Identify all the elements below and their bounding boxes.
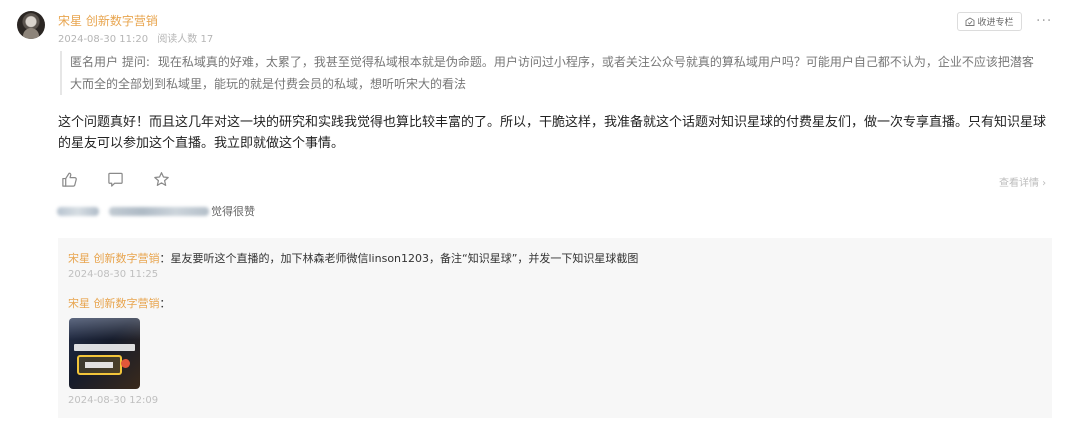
comment-time: 2024-08-30 12:09 [68,395,159,406]
answer-text: 这个问题真好！而且这几年对这一块的研究和实践我觉得也算比较丰富的了。所以，干脆这… [58,115,1047,151]
post-meta: 2024-08-30 11:20 阅读人数 17 [58,30,213,45]
thumbnail-caption-band [74,344,135,351]
action-bar [58,168,172,190]
comments-panel: 宋星 创新数字营销：星友要听这个直播的，加下林森老师微信linson1203，备… [58,238,1052,418]
comment-item: 宋星 创新数字营销：星友要听这个直播的，加下林森老师微信linson1203，备… [68,250,638,266]
comment-image-thumbnail[interactable] [69,318,140,389]
comment-item: 宋星 创新数字营销： [68,295,171,311]
question-asker: 匿名用户 提问: [70,55,150,69]
comment-icon [107,172,123,187]
thumbnail-dot [121,359,130,368]
collect-to-column-button[interactable]: 收进专栏 [957,12,1022,31]
comment-separator: ： [159,297,171,310]
reader-count: 阅读人数 17 [157,34,214,45]
collect-label: 收进专栏 [977,18,1014,28]
comment-separator: ： [159,252,171,265]
comment-text: 星友要听这个直播的，加下林森老师微信linson1203，备注“知识星球”，并发… [170,252,639,265]
question-block: 匿名用户 提问: 现在私域真的好难，太累了，我甚至觉得私域根本就是伪命题。用户访问… [60,51,1045,95]
post-date: 2024-08-30 11:20 [58,34,149,45]
thumbnail-title-graphic [77,355,122,375]
comment-author[interactable]: 宋星 创新数字营销 [68,252,160,265]
question-text: 现在私域真的好难，太累了，我甚至觉得私域根本就是伪命题。用户访问过小程序，或者关… [70,55,1034,91]
collect-icon [966,16,975,26]
star-icon [153,171,169,186]
thumb-up-icon [61,172,77,187]
likes-row: 觉得很赞 [57,203,255,219]
comment-time: 2024-08-30 11:25 [68,269,159,280]
author-name[interactable]: 宋星 创新数字营销 [58,12,158,29]
comment-button[interactable] [104,168,126,190]
comment-author[interactable]: 宋星 创新数字营销 [68,297,160,310]
likes-suffix: 觉得很赞 [211,205,255,218]
more-options-button[interactable]: ··· [1036,13,1052,29]
like-button[interactable] [58,168,80,190]
view-details-link[interactable]: 查看详情 › [999,174,1046,189]
author-avatar[interactable] [17,11,45,39]
liker-name-blurred[interactable] [109,206,209,216]
liker-name-blurred[interactable] [57,206,99,216]
favorite-button[interactable] [150,168,172,190]
